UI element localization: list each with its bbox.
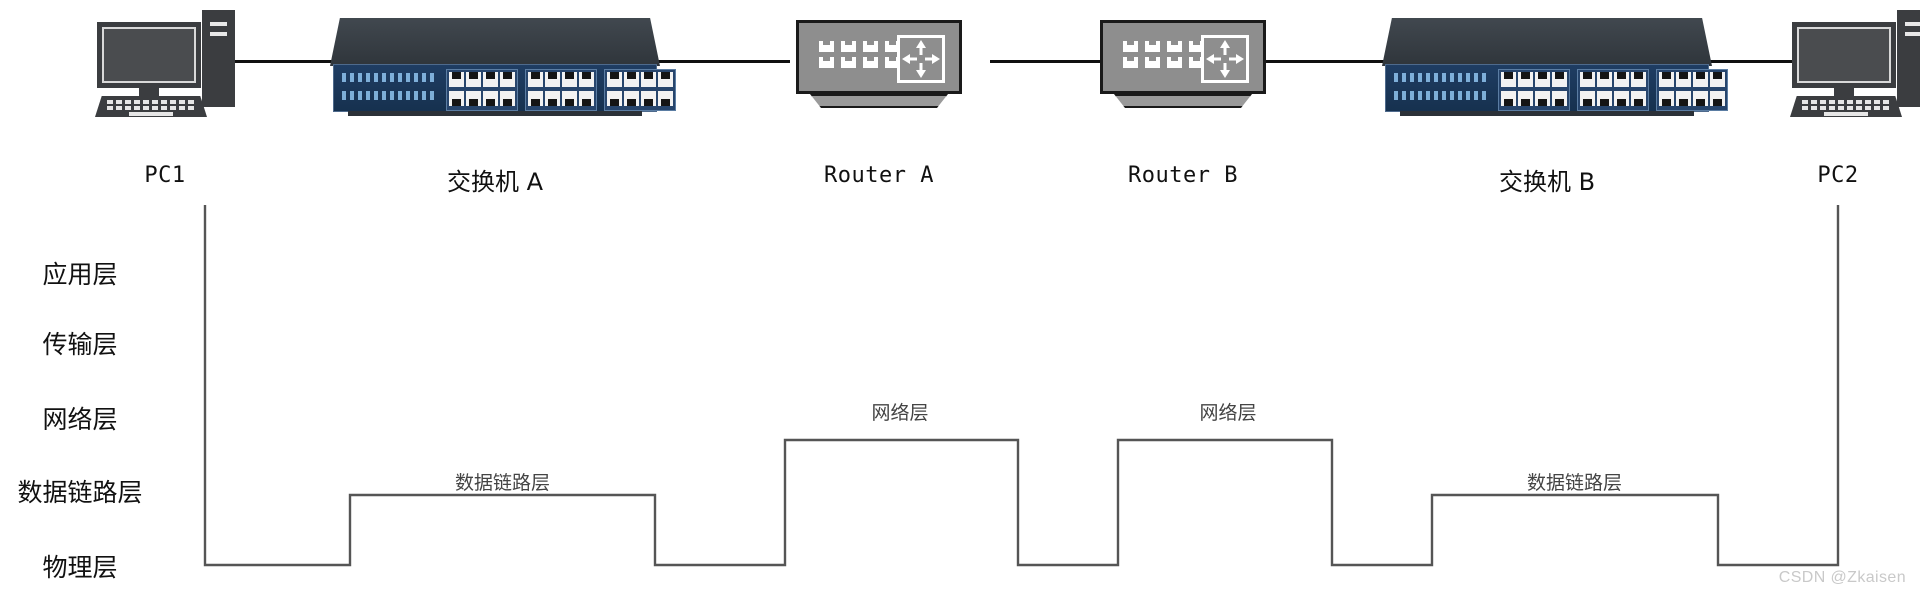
pc-stand-icon bbox=[1834, 88, 1854, 97]
pc-monitor-icon bbox=[1792, 22, 1896, 88]
pc-monitor-icon bbox=[97, 22, 201, 88]
device-router-b[interactable] bbox=[1094, 16, 1272, 114]
device-label-pc1: PC1 bbox=[144, 163, 186, 188]
link-switcha-routera bbox=[640, 60, 790, 63]
device-pc1[interactable] bbox=[95, 8, 235, 118]
link-routerb-switchb bbox=[1262, 60, 1388, 63]
switch-rj45-ports-icon bbox=[446, 69, 676, 111]
switch-front-panel bbox=[333, 64, 676, 112]
switch-led-array-icon bbox=[1394, 71, 1490, 107]
router-base bbox=[810, 94, 948, 108]
pc-tower-icon bbox=[202, 10, 235, 107]
router-chassis bbox=[1100, 20, 1266, 94]
pc-keyboard-icon bbox=[95, 96, 207, 117]
switch-chassis-top bbox=[330, 18, 660, 66]
device-label-router-b: Router B bbox=[1128, 163, 1238, 188]
path-label-switch-b-datalink: 数据链路层 bbox=[1526, 472, 1622, 494]
osi-layer-physical: 物理层 bbox=[42, 553, 118, 582]
osi-layer-network: 网络层 bbox=[42, 405, 118, 434]
switch-base bbox=[1400, 111, 1694, 116]
device-switch-a[interactable] bbox=[330, 12, 676, 120]
path-label-router-b-network: 网络层 bbox=[1199, 402, 1257, 424]
switch-chassis-top bbox=[1382, 18, 1712, 66]
pc-tower-icon bbox=[1897, 10, 1920, 107]
router-four-arrows-icon bbox=[1201, 35, 1249, 83]
pc-stand-icon bbox=[139, 88, 159, 97]
switch-rj45-ports-icon bbox=[1498, 69, 1728, 111]
device-label-switch-b: 交换机 B bbox=[1498, 168, 1596, 196]
watermark: CSDN @Zkaisen bbox=[1778, 569, 1906, 586]
device-pc2[interactable] bbox=[1790, 8, 1920, 118]
router-chassis bbox=[796, 20, 962, 94]
device-label-pc2: PC2 bbox=[1817, 163, 1859, 188]
router-base bbox=[1114, 94, 1252, 108]
osi-layer-datalink: 数据链路层 bbox=[17, 478, 143, 507]
osi-layer-application: 应用层 bbox=[42, 260, 118, 289]
device-label-switch-a: 交换机 A bbox=[446, 168, 544, 196]
router-four-arrows-icon bbox=[897, 35, 945, 83]
path-label-router-a-network: 网络层 bbox=[871, 402, 929, 424]
osi-layer-transport: 传输层 bbox=[42, 330, 118, 359]
router-port-array-icon bbox=[1123, 41, 1204, 68]
device-router-a[interactable] bbox=[790, 16, 968, 114]
path-label-switch-a-datalink: 数据链路层 bbox=[454, 472, 550, 494]
router-port-array-icon bbox=[819, 41, 900, 68]
pc-keyboard-icon bbox=[1790, 96, 1902, 117]
switch-base bbox=[348, 111, 642, 116]
device-label-router-a: Router A bbox=[824, 163, 934, 188]
switch-front-panel bbox=[1385, 64, 1728, 112]
network-osi-diagram: PC1 交换机 A Router A Router B 交换机 B PC2 应用… bbox=[0, 0, 1920, 595]
device-switch-b[interactable] bbox=[1382, 12, 1728, 120]
switch-led-array-icon bbox=[342, 71, 438, 107]
